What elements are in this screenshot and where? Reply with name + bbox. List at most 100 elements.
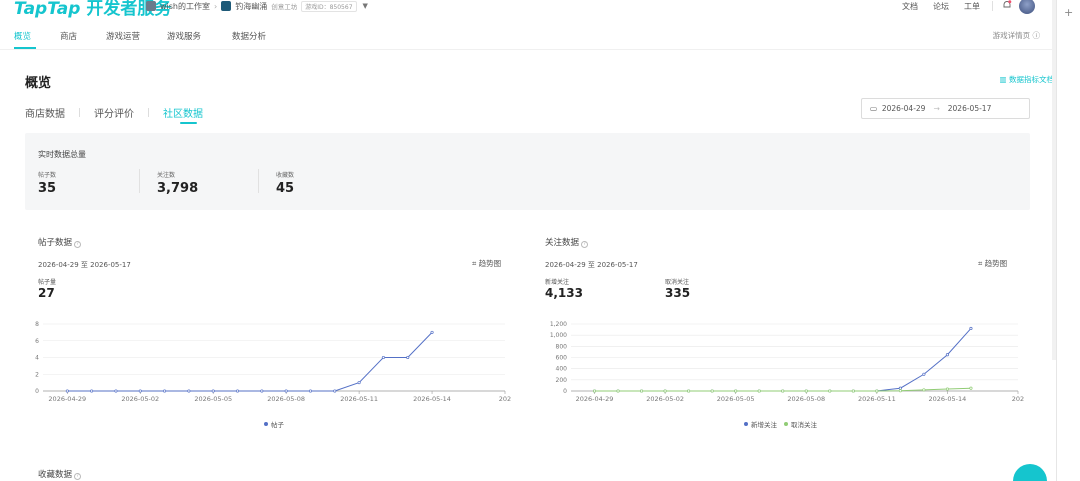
x-tick-label: 2026-05-14 <box>929 395 967 403</box>
date-end: 2026-05-17 <box>947 104 992 113</box>
date-range-picker[interactable]: ▭ 2026-04-29 → 2026-05-17 <box>861 98 1030 119</box>
unfollow-stat-value: 335 <box>665 286 691 300</box>
floating-help-button[interactable] <box>1013 464 1047 481</box>
studio-switcher[interactable]: wish的工作室 › 钓海幽涌 创意工坊 游戏ID：850567 ▼ <box>146 0 368 12</box>
card-title: 实时数据总量 <box>38 150 86 159</box>
posts-line-chart: 0 2 4 6 8 2026-04-29 2026-05-02 2026-05-05 2026-… <box>35 321 511 403</box>
metric-value: 3,798 <box>157 181 199 196</box>
logo-en: TapTap <box>14 0 81 19</box>
x-tick-label: 202 <box>499 395 511 403</box>
x-tick-label: 2026-05-14 <box>413 395 451 403</box>
data-point <box>357 381 361 385</box>
posts-trend-toggle[interactable]: ⌗ 趋势图 <box>472 258 501 269</box>
user-avatar[interactable] <box>1019 0 1035 14</box>
tab-divider <box>148 107 149 117</box>
data-point <box>757 389 761 393</box>
header-link-forum[interactable]: 论坛 <box>933 0 949 12</box>
top-header: TapTap 开发者服务 wish的工作室 › 钓海幽涌 创意工坊 游戏ID：8… <box>0 0 1056 20</box>
game-name: 钓海幽涌 <box>235 1 268 11</box>
trend-label: 趋势图 <box>984 259 1008 268</box>
data-point <box>898 386 902 390</box>
header-link-label: 工单 <box>964 1 980 11</box>
x-tick-label: 2026-05-02 <box>646 395 684 403</box>
data-point <box>945 353 949 357</box>
header-link-ticket[interactable]: 工单 <box>964 0 980 12</box>
follows-stat-label: 新增关注 <box>545 279 570 286</box>
x-tick-label: 2026-04-29 <box>48 395 86 403</box>
y-tick-label: 2 <box>35 371 39 378</box>
posts-stat-label: 帖子量 <box>38 279 57 286</box>
metrics-doc-link[interactable]: ▥ 数据指标文档 <box>1000 74 1054 85</box>
follows-legend[interactable]: 新增关注 取消关注 <box>744 419 817 429</box>
date-start: 2026-04-29 <box>881 104 926 113</box>
trend-chart-icon: ⌗ <box>472 259 479 268</box>
subtabs: 商店数据 评分评价 社区数据 <box>25 105 203 120</box>
y-tick-label: 4 <box>35 355 39 362</box>
data-point <box>922 388 926 392</box>
x-tick-label: 2026-05-08 <box>267 395 305 403</box>
data-point <box>308 389 313 393</box>
legend-label: 取消关注 <box>791 421 817 429</box>
subtab-active-indicator <box>180 122 197 124</box>
tab-community-data[interactable]: 社区数据 <box>163 105 203 120</box>
caret-down-icon[interactable]: ▼ <box>363 2 368 10</box>
follows-stat-value: 4,133 <box>545 286 583 300</box>
data-point <box>114 389 118 393</box>
data-point <box>90 389 94 393</box>
posts-legend[interactable]: 帖子 <box>264 419 284 429</box>
page-title: 概览 <box>25 76 52 91</box>
main-nav: 概览 商店 游戏运营 游戏服务 数据分析 游戏详情页 ⓘ <box>0 20 1056 50</box>
plus-icon[interactable]: + <box>1064 6 1073 19</box>
nav-item-store[interactable]: 商店 <box>60 30 77 42</box>
legend-label: 新增关注 <box>751 421 777 429</box>
nav-active-indicator <box>14 47 36 49</box>
calendar-icon: ▭ <box>870 104 882 113</box>
y-tick-label: 1,000 <box>550 332 567 339</box>
header-link-label: 论坛 <box>933 1 949 11</box>
data-point <box>969 386 973 390</box>
follows-trend-toggle[interactable]: ⌗ 趋势图 <box>978 258 1007 269</box>
data-point <box>663 389 667 393</box>
game-detail-link[interactable]: 游戏详情页 ⓘ <box>993 30 1040 41</box>
bell-icon[interactable] <box>1002 0 1012 10</box>
help-icon[interactable]: ? <box>581 241 589 248</box>
game-id-badge: 游戏ID：850567 <box>301 0 357 12</box>
follows-date-range: 2026-04-29 至 2026-05-17 <box>545 261 638 269</box>
data-point <box>969 326 973 331</box>
data-point <box>187 389 191 393</box>
metric-favorites: 收藏数 45 <box>276 170 294 196</box>
trend-chart-icon: ⌗ <box>978 259 985 268</box>
data-point <box>875 389 879 393</box>
data-point <box>284 389 288 393</box>
data-point <box>945 387 949 391</box>
help-icon[interactable]: ? <box>74 241 82 248</box>
data-point <box>138 389 142 393</box>
x-tick-label: 2026-05-02 <box>121 395 159 403</box>
data-point <box>406 355 410 360</box>
data-point <box>211 389 215 393</box>
section-title-text: 关注数据 <box>545 238 580 248</box>
y-tick-label: 800 <box>556 343 568 350</box>
nav-item-operations[interactable]: 游戏运营 <box>106 30 140 42</box>
data-point <box>65 389 69 393</box>
y-tick-label: 6 <box>35 338 39 345</box>
data-point <box>922 372 926 376</box>
y-tick-label: 0 <box>563 388 567 395</box>
nav-item-services[interactable]: 游戏服务 <box>167 30 201 42</box>
data-point <box>640 389 644 393</box>
data-point <box>687 389 691 393</box>
y-tick-label: 1,200 <box>550 321 567 328</box>
series-line <box>594 328 972 392</box>
nav-item-overview[interactable]: 概览 <box>14 30 31 42</box>
nav-item-analytics[interactable]: 数据分析 <box>232 30 266 42</box>
data-point <box>781 389 785 393</box>
header-link-docs[interactable]: 文档 <box>902 0 918 12</box>
tab-ratings[interactable]: 评分评价 <box>94 105 134 120</box>
scrollbar-track[interactable] <box>1056 0 1057 481</box>
tab-store-data[interactable]: 商店数据 <box>25 105 65 120</box>
x-tick-label: 2026-05-08 <box>787 395 825 403</box>
data-point <box>333 389 337 393</box>
data-point <box>734 389 738 393</box>
help-icon[interactable]: ? <box>74 473 82 480</box>
y-tick-label: 400 <box>556 366 568 373</box>
